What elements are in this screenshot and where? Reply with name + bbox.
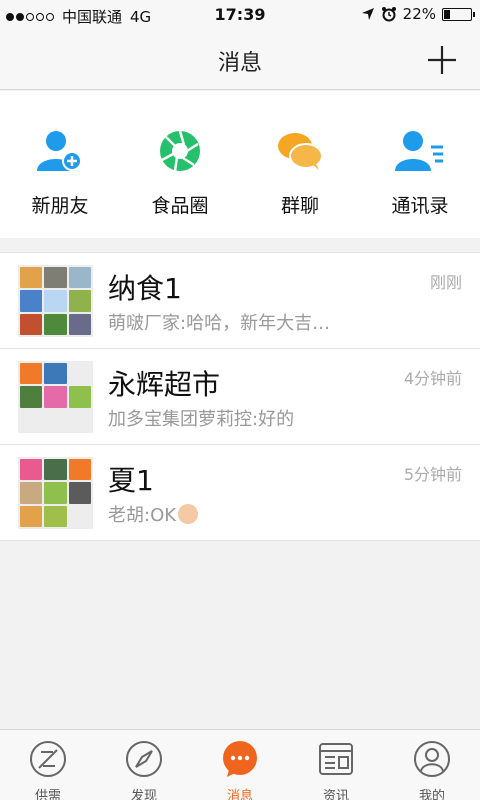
avatar-tile bbox=[44, 409, 67, 431]
tab-label: 资讯 bbox=[322, 789, 349, 800]
avatar-tile bbox=[44, 267, 67, 289]
avatar-tile bbox=[44, 313, 67, 335]
avatar-tile bbox=[44, 459, 67, 481]
supply-icon bbox=[30, 741, 66, 777]
avatar-tile bbox=[68, 409, 91, 431]
tab-supply[interactable]: 供需 bbox=[0, 730, 96, 800]
avatar-tile bbox=[44, 290, 67, 312]
tab-label: 发现 bbox=[130, 789, 157, 800]
compass-icon bbox=[126, 741, 162, 777]
shortcut-label: 通讯录 bbox=[391, 195, 449, 217]
avatar-tile bbox=[68, 482, 91, 504]
tab-profile[interactable]: 我的 bbox=[384, 730, 480, 800]
avatar-tile bbox=[44, 505, 67, 527]
avatar-tile bbox=[68, 313, 91, 335]
avatar-tile bbox=[20, 459, 43, 481]
shortcut-label: 群聊 bbox=[280, 195, 319, 217]
chat-message-text: 老胡:OK bbox=[108, 505, 177, 526]
group-avatar bbox=[18, 265, 93, 337]
chat-row[interactable]: 永辉超市 加多宝集团萝莉控:好的 4分钟前 bbox=[0, 349, 480, 445]
avatar-tile bbox=[20, 409, 43, 431]
location-arrow-icon bbox=[361, 8, 374, 20]
message-icon bbox=[223, 741, 257, 777]
tab-news[interactable]: 资讯 bbox=[288, 730, 384, 800]
tab-label: 消息 bbox=[226, 789, 253, 800]
profile-icon bbox=[414, 741, 450, 777]
aperture-icon bbox=[160, 130, 200, 172]
chat-name: 永辉超市 bbox=[108, 368, 221, 401]
status-bar: 中国联通 4G 17:39 22% bbox=[0, 0, 480, 30]
avatar-tile bbox=[68, 386, 91, 408]
chat-name: 夏1 bbox=[108, 464, 154, 497]
avatar-tile bbox=[20, 505, 43, 527]
avatar-tile bbox=[20, 290, 43, 312]
chat-time: 4分钟前 bbox=[403, 369, 462, 388]
avatar-tile bbox=[44, 363, 67, 385]
avatar-tile bbox=[20, 313, 43, 335]
chat-last-message: 萌啵厂家:哈哈，新年大吉… bbox=[108, 313, 331, 334]
chat-row[interactable]: 夏1 老胡:OK 5分钟前 bbox=[0, 445, 480, 541]
tab-label: 我的 bbox=[418, 789, 445, 800]
shortcut-contacts[interactable]: 通讯录 bbox=[360, 91, 480, 238]
chat-time: 5分钟前 bbox=[403, 465, 462, 484]
avatar-tile bbox=[44, 482, 67, 504]
plus-icon[interactable] bbox=[426, 44, 458, 76]
nav-bar: 消息 bbox=[0, 30, 480, 90]
shortcut-label: 新朋友 bbox=[31, 195, 89, 217]
avatar-tile bbox=[68, 505, 91, 527]
group-avatar bbox=[18, 457, 93, 529]
chat-row[interactable]: 纳食1 萌啵厂家:哈哈，新年大吉… 刚刚 bbox=[0, 253, 480, 349]
avatar-tile bbox=[20, 386, 43, 408]
shortcut-group-chat[interactable]: 群聊 bbox=[240, 91, 360, 238]
tab-label: 供需 bbox=[34, 789, 61, 800]
chat-time: 刚刚 bbox=[429, 273, 462, 292]
chat-name: 纳食1 bbox=[108, 272, 182, 305]
avatar-tile bbox=[68, 267, 91, 289]
avatar-tile bbox=[68, 363, 91, 385]
alarm-icon bbox=[381, 7, 396, 22]
shortcut-food-circle[interactable]: 食品圈 bbox=[120, 91, 240, 238]
chat-last-message: 加多宝集团萝莉控:好的 bbox=[108, 409, 295, 430]
shortcut-new-friends[interactable]: 新朋友 bbox=[0, 91, 120, 238]
avatar-tile bbox=[20, 363, 43, 385]
shortcut-row: 新朋友 食品圈 群聊 通讯录 bbox=[0, 91, 480, 238]
add-friend-icon bbox=[37, 131, 82, 171]
tab-discover[interactable]: 发现 bbox=[96, 730, 192, 800]
battery-icon bbox=[442, 7, 475, 21]
avatar-tile bbox=[20, 267, 43, 289]
status-right: 22% bbox=[361, 5, 475, 23]
tab-messages[interactable]: 消息 bbox=[192, 730, 288, 800]
battery-percent: 22% bbox=[402, 5, 436, 23]
shortcut-label: 食品圈 bbox=[151, 195, 209, 217]
ok-hand-emoji-icon bbox=[178, 504, 199, 524]
chat-bubbles-icon bbox=[278, 133, 323, 170]
group-avatar bbox=[18, 361, 93, 433]
chat-list: 纳食1 萌啵厂家:哈哈，新年大吉… 刚刚 永辉超市 加多宝集团萝莉控:好的 4分… bbox=[0, 252, 480, 541]
avatar-tile bbox=[68, 459, 91, 481]
chat-last-message: 老胡:OK bbox=[108, 501, 199, 527]
page-title: 消息 bbox=[217, 51, 262, 76]
news-icon bbox=[319, 743, 353, 775]
tab-bar: 供需 发现 消息 资讯 我的 bbox=[0, 729, 480, 800]
contacts-icon bbox=[395, 131, 443, 171]
avatar-tile bbox=[20, 482, 43, 504]
avatar-tile bbox=[44, 386, 67, 408]
avatar-tile bbox=[68, 290, 91, 312]
